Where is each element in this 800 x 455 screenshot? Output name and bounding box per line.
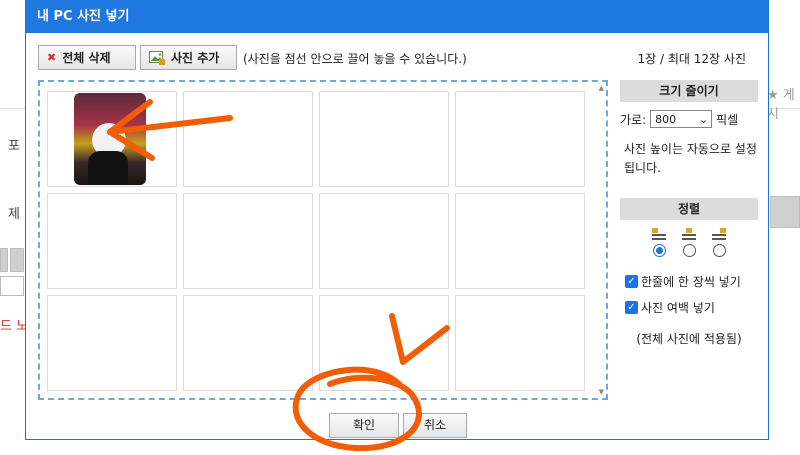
height-auto-note: 사진 높이는 자동으로 설정됩니다. bbox=[624, 142, 757, 175]
photo-thumbnail[interactable] bbox=[74, 93, 146, 185]
photo-slot[interactable] bbox=[319, 193, 449, 289]
align-radio-group bbox=[644, 244, 734, 257]
close-icon: ✖ bbox=[47, 51, 57, 64]
chevron-down-icon: ⌄ bbox=[698, 112, 709, 126]
align-center-radio[interactable] bbox=[682, 244, 696, 257]
align-left-radio[interactable] bbox=[652, 244, 666, 257]
grid-scrollbar[interactable]: ▲ ▼ bbox=[596, 84, 604, 396]
align-icons bbox=[644, 228, 734, 240]
photo-slot[interactable] bbox=[183, 193, 313, 289]
scroll-up-arrow-icon[interactable]: ▲ bbox=[599, 84, 604, 92]
align-left-icon bbox=[652, 228, 666, 240]
align-header: 정렬 bbox=[620, 198, 758, 220]
one-per-line-checkbox[interactable]: ✓ bbox=[625, 275, 638, 288]
scroll-down-arrow-icon[interactable]: ▼ bbox=[599, 388, 604, 396]
resize-header: 크기 줄이기 bbox=[620, 80, 758, 102]
one-per-line-label: 한줄에 한 장씩 넣기 bbox=[641, 275, 741, 289]
background-button-1 bbox=[0, 248, 8, 272]
delete-all-label: 전체 삭제 bbox=[62, 51, 111, 65]
photo-subject-body bbox=[88, 151, 128, 185]
background-button-3 bbox=[770, 196, 800, 228]
photo-margin-option[interactable]: ✓ 사진 여백 넣기 bbox=[620, 299, 758, 316]
one-per-line-option[interactable]: ✓ 한줄에 한 장씩 넣기 bbox=[620, 273, 758, 290]
add-photo-button[interactable]: 사진 추가 bbox=[140, 45, 237, 70]
background-select bbox=[0, 276, 24, 296]
applies-all-note: (전체 사진에 적용됨) bbox=[636, 332, 742, 346]
photo-slot[interactable] bbox=[183, 295, 313, 391]
photo-slot[interactable] bbox=[47, 295, 177, 391]
background-label-1: 포 bbox=[8, 139, 20, 154]
photo-grid bbox=[47, 91, 585, 391]
width-label: 가로: bbox=[620, 112, 647, 127]
align-right-radio[interactable] bbox=[712, 244, 726, 257]
drop-hint: (사진을 점선 안으로 끌어 놓을 수 있습니다.) bbox=[243, 52, 467, 66]
align-center-icon bbox=[682, 228, 696, 240]
image-add-icon bbox=[149, 50, 165, 65]
photo-count: 1장 / 최대 12장 사진 bbox=[637, 52, 746, 66]
background-button-2 bbox=[10, 248, 24, 272]
photo-slot[interactable] bbox=[319, 91, 449, 187]
dialog-title: 내 PC 사진 넣기 bbox=[26, 0, 768, 33]
photo-margin-checkbox[interactable]: ✓ bbox=[625, 301, 638, 314]
width-select[interactable]: 800 ⌄ bbox=[650, 110, 713, 128]
photo-slot[interactable] bbox=[455, 295, 585, 391]
add-photo-label: 사진 추가 bbox=[171, 51, 220, 65]
photo-slot[interactable] bbox=[183, 91, 313, 187]
background-label-2: 제 bbox=[8, 207, 20, 222]
delete-all-button[interactable]: ✖ 전체 삭제 bbox=[38, 45, 136, 70]
ok-button[interactable]: 확인 bbox=[329, 413, 399, 438]
photo-slot[interactable] bbox=[319, 295, 449, 391]
photo-slot[interactable] bbox=[455, 91, 585, 187]
photo-margin-label: 사진 여백 넣기 bbox=[641, 301, 715, 315]
cancel-button[interactable]: 취소 bbox=[403, 413, 467, 438]
width-row: 가로: 800 ⌄ 픽셀 bbox=[620, 110, 758, 128]
options-panel: 크기 줄이기 가로: 800 ⌄ 픽셀 사진 높이는 자동으로 설정됩니다. 정… bbox=[620, 80, 758, 347]
width-unit: 픽셀 bbox=[716, 112, 739, 127]
insert-photo-dialog: 내 PC 사진 넣기 ✖ 전체 삭제 사진 추가 (사진을 점선 안으로 끌어 … bbox=[25, 0, 769, 440]
photo-slot[interactable] bbox=[455, 193, 585, 289]
photo-slot[interactable] bbox=[47, 193, 177, 289]
dialog-toolbar: ✖ 전체 삭제 사진 추가 (사진을 점선 안으로 끌어 놓을 수 있습니다.)… bbox=[38, 45, 756, 71]
background-link: ★ 게시 bbox=[767, 88, 795, 122]
width-value: 800 bbox=[655, 112, 677, 126]
photo-slot[interactable] bbox=[47, 91, 177, 187]
align-right-icon bbox=[712, 228, 726, 240]
photo-drop-zone[interactable]: ▲ ▼ bbox=[38, 80, 608, 400]
background-label-3: 드 노 bbox=[0, 319, 29, 334]
